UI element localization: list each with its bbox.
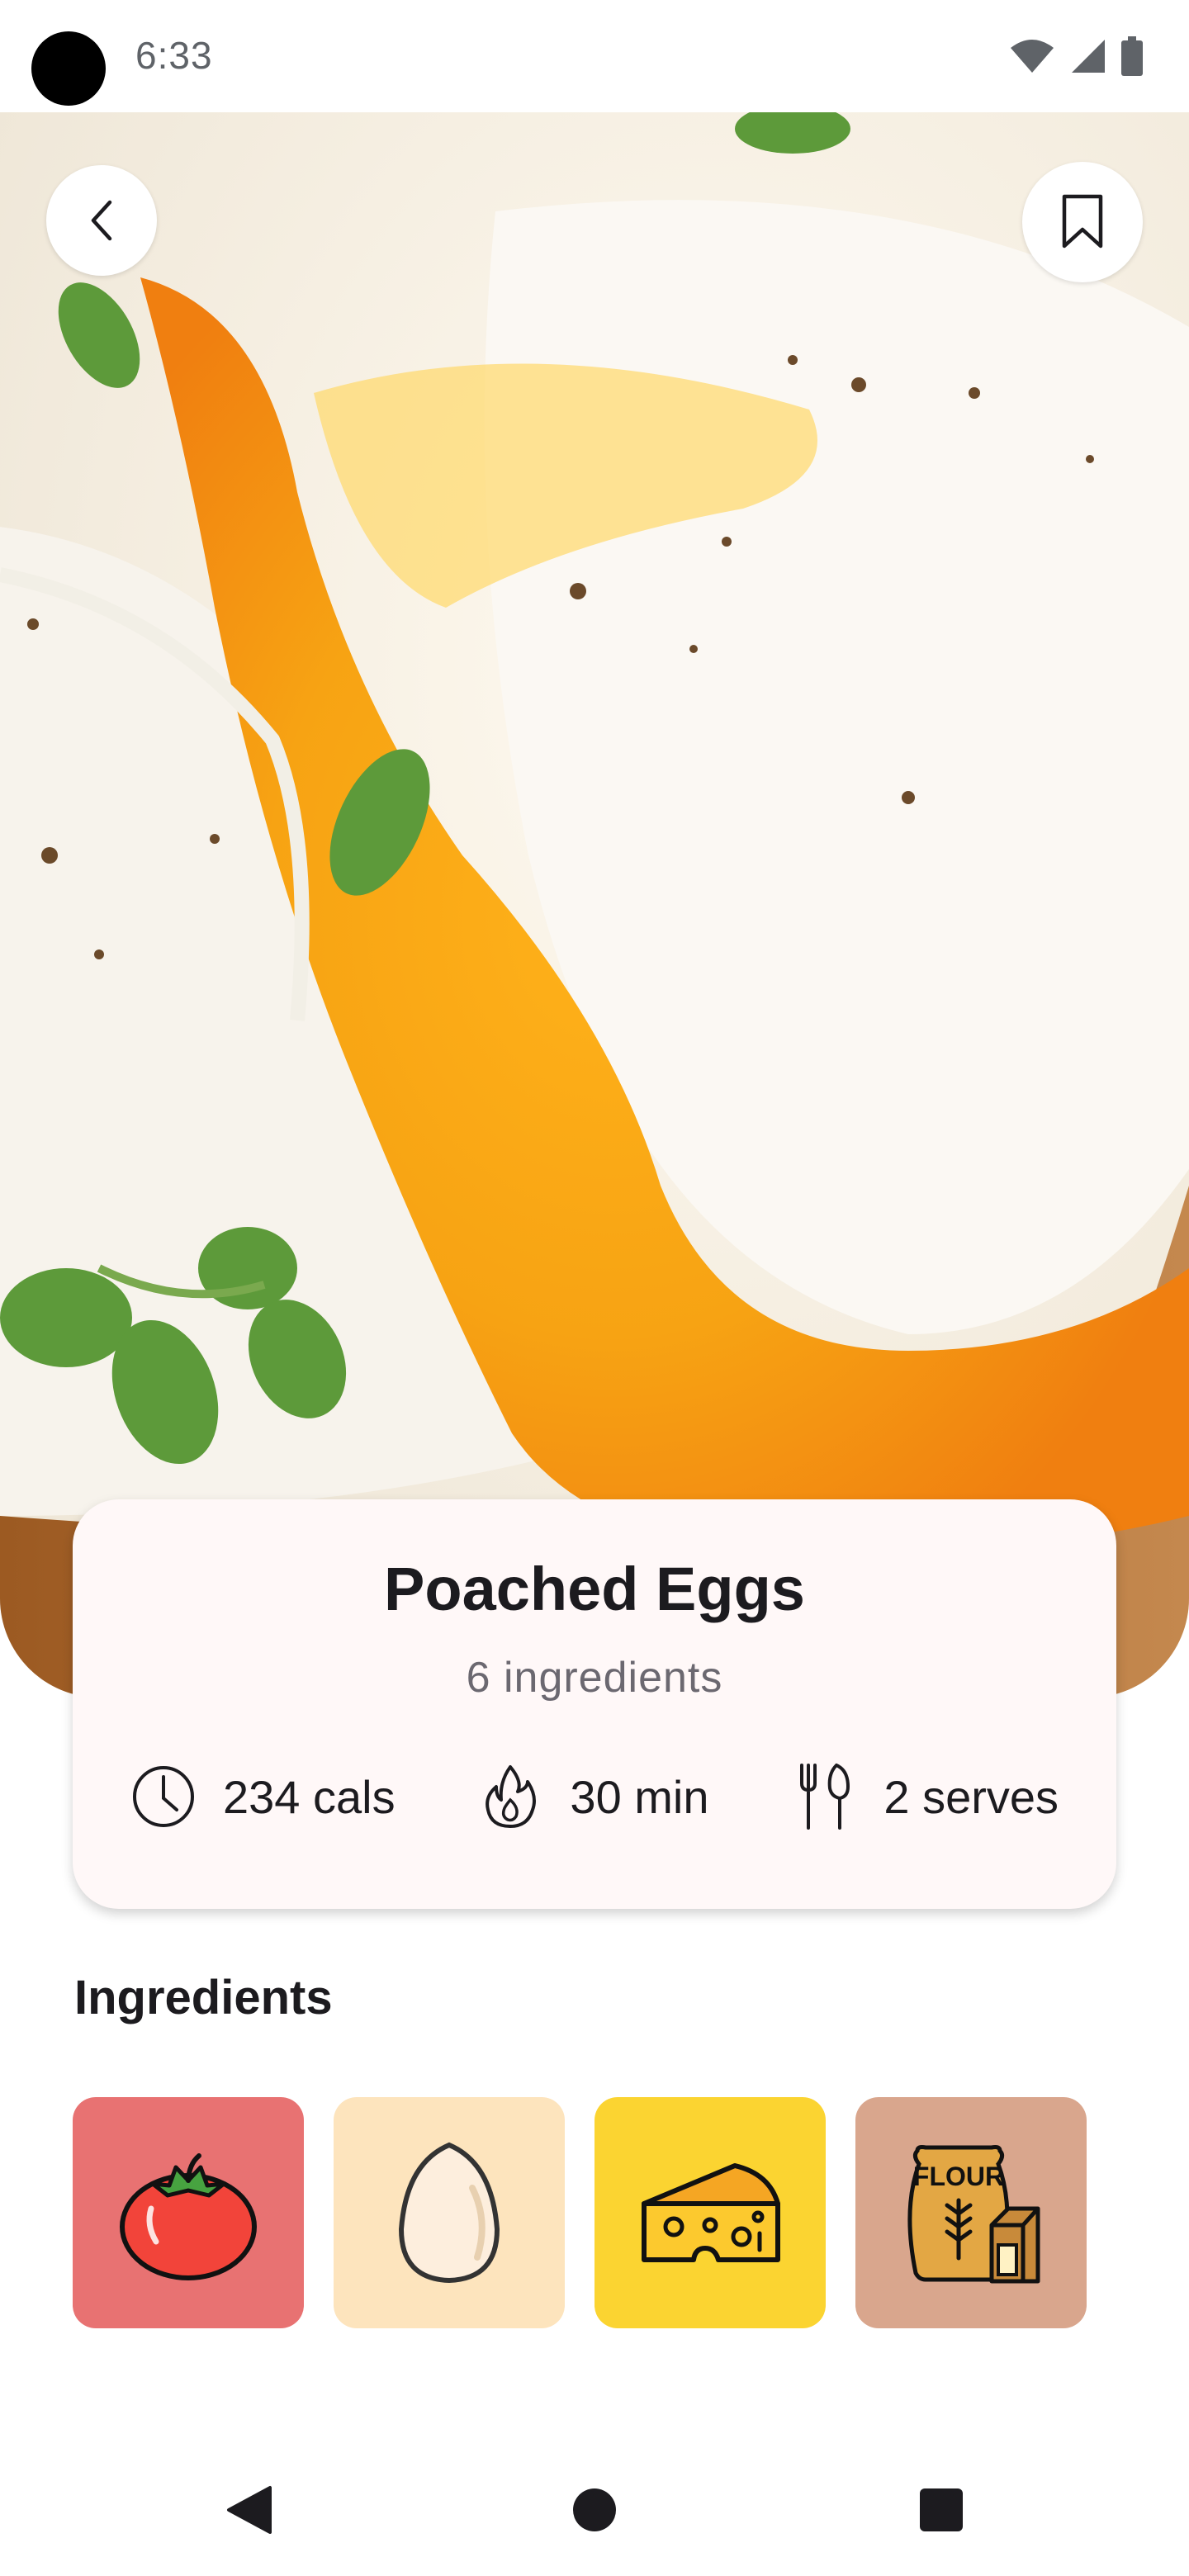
battery-icon [1121, 36, 1143, 76]
ingredient-count: 6 ingredients [466, 1654, 723, 1702]
flour-icon: FLOUR [907, 2145, 1040, 2284]
back-button[interactable] [46, 165, 157, 276]
square-recents-icon [920, 2488, 963, 2531]
recipe-title: Poached Eggs [384, 1555, 805, 1623]
utensils-icon [791, 1764, 857, 1830]
ingredient-tile-cheese[interactable] [594, 2097, 826, 2328]
recipe-stats: 234 cals 30 min 2 serves [130, 1747, 1059, 1846]
hero-image [0, 112, 1189, 1698]
system-home-button[interactable] [553, 2469, 636, 2551]
clock-icon [130, 1764, 197, 1830]
system-nav-bar [0, 2444, 1189, 2576]
ingredients-title: Ingredients [74, 1971, 333, 2024]
tomato-icon [120, 2153, 257, 2280]
stat-time-label: 30 min [570, 1770, 709, 1823]
system-back-button[interactable] [208, 2469, 291, 2551]
cheese-icon [642, 2163, 780, 2262]
ingredients-list: FLOUR [73, 2097, 1116, 2328]
status-bar: 6:33 [0, 0, 1189, 112]
stat-calories: 234 cals [130, 1764, 396, 1830]
system-recents-button[interactable] [900, 2469, 983, 2551]
signal-icon [1072, 40, 1105, 73]
camera-cutout [31, 31, 106, 106]
ingredient-tile-flour[interactable]: FLOUR [855, 2097, 1087, 2328]
ingredient-tile-egg[interactable] [334, 2097, 565, 2328]
stat-time: 30 min [477, 1764, 709, 1830]
stat-serves-label: 2 serves [883, 1770, 1059, 1823]
bookmark-icon [1062, 194, 1103, 249]
egg-icon [398, 2142, 500, 2284]
bookmark-button[interactable] [1022, 162, 1143, 282]
triangle-back-icon [227, 2486, 272, 2534]
ingredient-tile-tomato[interactable] [73, 2097, 304, 2328]
recipe-info-card: Poached Eggs 6 ingredients 234 cals 30 m… [73, 1499, 1116, 1909]
stat-serves: 2 serves [791, 1764, 1059, 1830]
circle-home-icon [573, 2488, 616, 2531]
flame-icon [477, 1764, 543, 1830]
stat-calories-label: 234 cals [223, 1770, 396, 1823]
chevron-left-icon [91, 200, 112, 241]
status-time: 6:33 [135, 34, 213, 77]
wifi-icon [1011, 40, 1054, 73]
flour-bag-text: FLOUR [913, 2162, 1004, 2191]
status-icons [1009, 33, 1143, 79]
